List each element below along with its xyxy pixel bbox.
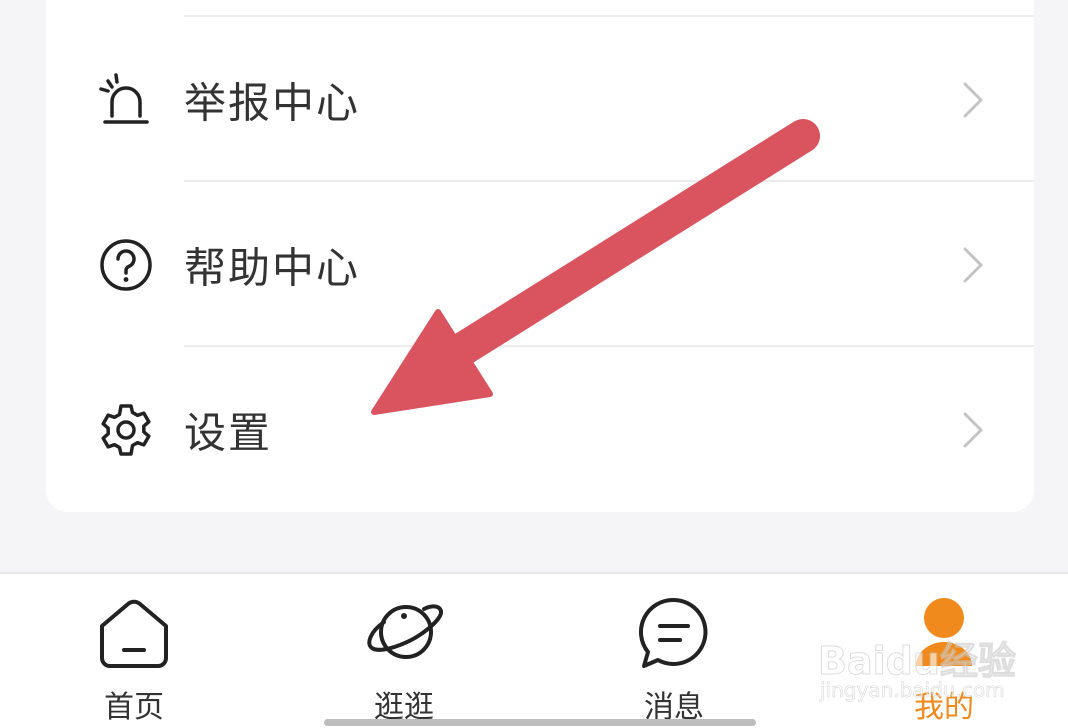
menu-item-label: 帮助中心 bbox=[184, 243, 361, 293]
gear-icon bbox=[101, 404, 151, 456]
bottom-tab-bar: 首页 逛逛 消息 我的 bbox=[0, 572, 1068, 728]
alarm-icon bbox=[99, 73, 149, 124]
profile-icon bbox=[916, 598, 972, 666]
screen: 举报中心 帮助中心 设置 首页 逛逛 消息 我的 Baidu经验 jingyan… bbox=[0, 0, 1068, 728]
divider bbox=[184, 15, 1034, 17]
chevron-right-icon bbox=[963, 82, 983, 118]
menu-item-settings[interactable]: 设置 bbox=[46, 348, 1034, 512]
menu-item-report-center[interactable]: 举报中心 bbox=[46, 18, 1034, 182]
tab-home[interactable]: 首页 bbox=[64, 574, 204, 728]
chevron-right-icon bbox=[963, 412, 983, 448]
tab-messages[interactable]: 消息 bbox=[604, 574, 744, 728]
menu-item-help-center[interactable]: 帮助中心 bbox=[46, 183, 1034, 347]
menu-item-label: 举报中心 bbox=[184, 78, 361, 128]
chat-bubble-icon bbox=[638, 597, 708, 668]
tab-label: 我的 bbox=[914, 690, 974, 725]
menu-item-label: 设置 bbox=[184, 408, 273, 458]
tab-profile[interactable]: 我的 bbox=[874, 574, 1014, 728]
chevron-right-icon bbox=[963, 247, 983, 283]
home-indicator bbox=[324, 719, 756, 726]
help-circle-icon bbox=[100, 239, 152, 291]
tab-explore[interactable]: 逛逛 bbox=[334, 574, 474, 728]
tab-label: 首页 bbox=[104, 690, 164, 725]
home-icon bbox=[100, 599, 168, 668]
planet-icon bbox=[367, 604, 443, 659]
